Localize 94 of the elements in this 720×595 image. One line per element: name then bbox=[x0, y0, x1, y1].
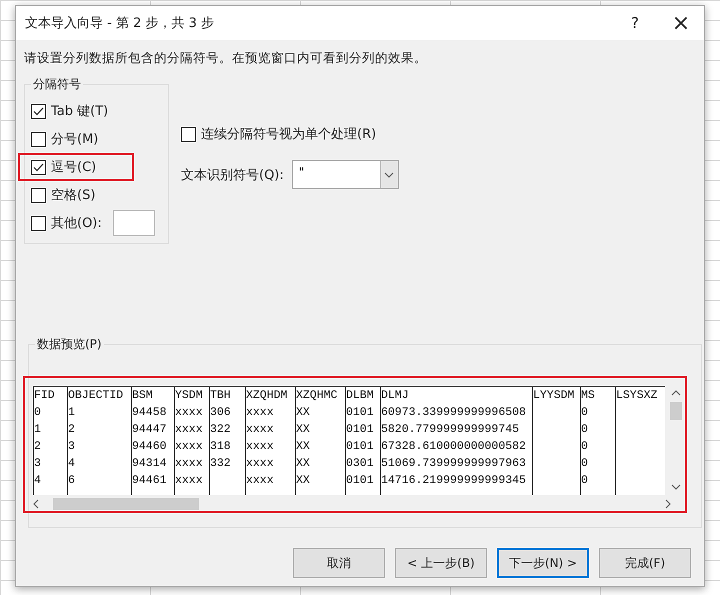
table-cell-text: 6 bbox=[68, 473, 75, 489]
table-cell-text: 51069.739999999997963 bbox=[381, 456, 526, 472]
table-cell-text: 94458 bbox=[132, 405, 167, 421]
table-cell-text: 322 bbox=[210, 422, 231, 438]
table-cell-text: xxxx bbox=[175, 439, 203, 455]
table-cell-text: xxxx bbox=[246, 405, 274, 421]
close-button[interactable]: × bbox=[658, 6, 704, 40]
column-header: OBJECTID bbox=[68, 388, 124, 404]
table-cell-text: xxxx bbox=[175, 405, 203, 421]
column-header: BSM bbox=[132, 388, 153, 404]
table-cell-text: 94314 bbox=[132, 456, 167, 472]
checkbox-label[interactable]: 逗号(C) bbox=[51, 158, 96, 176]
column-header: DLMJ bbox=[381, 388, 409, 404]
table-cell-text: 14716.219999999999345 bbox=[381, 473, 526, 489]
column-header: MS bbox=[581, 388, 595, 404]
scroll-up-icon[interactable] bbox=[671, 390, 682, 396]
checkbox-label[interactable]: 连续分隔符号视为单个处理(R) bbox=[201, 125, 376, 143]
column-header: FID bbox=[34, 388, 55, 404]
qualifier-dropdown[interactable]: " bbox=[292, 160, 399, 189]
checkbox[interactable] bbox=[31, 104, 46, 118]
column-header: LSYSXZ bbox=[616, 388, 658, 404]
table-cell-text: XX bbox=[296, 456, 310, 472]
table-cell-text: xxxx bbox=[246, 473, 274, 489]
checkbox[interactable] bbox=[31, 160, 46, 174]
column-header: XZQHMC bbox=[296, 388, 338, 404]
table-cell-text: 0 bbox=[581, 422, 588, 438]
table-cell-text: 3 bbox=[34, 456, 41, 472]
table-cell-text: 0 bbox=[34, 405, 41, 421]
table-cell-text: 5820.779999999999745 bbox=[381, 422, 520, 438]
scrollbar-thumb[interactable] bbox=[53, 498, 199, 510]
table-cell-text: 2 bbox=[34, 439, 41, 455]
wizard-button[interactable]: 取消 bbox=[293, 548, 385, 578]
window-title: 文本导入向导 - 第 2 步，共 3 步 bbox=[25, 15, 214, 32]
table-cell-text: xxxx bbox=[246, 456, 274, 472]
table-cell-text: 1 bbox=[68, 405, 75, 421]
table-cell-text: 0101 bbox=[346, 439, 374, 455]
table-cell-text: XX bbox=[296, 473, 310, 489]
table-cell-text: 4 bbox=[34, 473, 41, 489]
table-cell-text: 0101 bbox=[346, 473, 374, 489]
qualifier-label: 文本识别符号(Q): bbox=[181, 166, 284, 184]
table-cell-text: XX bbox=[296, 439, 310, 455]
table-cell-text: xxxx bbox=[175, 456, 203, 472]
table-cell-text: 94460 bbox=[132, 439, 167, 455]
scrollbar-thumb[interactable] bbox=[670, 402, 682, 420]
column-header: XZQHDM bbox=[246, 388, 288, 404]
table-cell-text: 0 bbox=[581, 439, 588, 455]
checkbox[interactable] bbox=[31, 132, 46, 146]
table-cell-text: 0 bbox=[581, 456, 588, 472]
checkbox-label[interactable]: 空格(S) bbox=[51, 186, 96, 204]
table-cell-text: 0 bbox=[581, 405, 588, 421]
table-cell-text: 67328.610000000000582 bbox=[381, 439, 526, 455]
scroll-right-icon[interactable] bbox=[665, 499, 671, 509]
scroll-down-icon[interactable] bbox=[671, 484, 682, 490]
preview-title: 数据预览(P) bbox=[35, 336, 104, 353]
table-cell-text: XX bbox=[296, 422, 310, 438]
table-cell-text: xxxx bbox=[246, 439, 274, 455]
wizard-button[interactable]: < 上一步(B) bbox=[395, 548, 487, 578]
scroll-left-icon[interactable] bbox=[33, 499, 39, 509]
table-cell-text: XX bbox=[296, 405, 310, 421]
table-cell-text: 94447 bbox=[132, 422, 167, 438]
table-cell-text: 60973.339999999996508 bbox=[381, 405, 526, 421]
column-header: YSDM bbox=[175, 388, 203, 404]
column-header: TBH bbox=[210, 388, 231, 404]
table-cell-text: 0 bbox=[581, 473, 588, 489]
column-header: DLBM bbox=[346, 388, 374, 404]
table-cell-text: 3 bbox=[68, 439, 75, 455]
table-cell-text: 306 bbox=[210, 405, 231, 421]
table-cell-text: 4 bbox=[68, 456, 75, 472]
table-cell-text: 94461 bbox=[132, 473, 167, 489]
table-cell-text: 0101 bbox=[346, 405, 374, 421]
table-cell-text: 2 bbox=[68, 422, 75, 438]
table-cell-text: xxxx bbox=[175, 473, 203, 489]
table-cell-text: xxxx bbox=[175, 422, 203, 438]
checkbox-label[interactable]: 其他(O): bbox=[51, 214, 102, 232]
table-cell-text: 0301 bbox=[346, 456, 374, 472]
checkbox[interactable] bbox=[181, 126, 196, 142]
column-header: LYYSDM bbox=[533, 388, 574, 404]
horizontal-scrollbar[interactable] bbox=[33, 497, 671, 511]
checkbox-label[interactable]: 分号(M) bbox=[51, 130, 98, 148]
group-title: 分隔符号 bbox=[31, 76, 83, 93]
checkbox[interactable] bbox=[31, 216, 46, 230]
table-cell-text: 318 bbox=[210, 439, 231, 455]
checkbox[interactable] bbox=[31, 188, 46, 202]
other-field[interactable] bbox=[112, 210, 155, 236]
table-cell-text: 332 bbox=[210, 456, 231, 472]
checkbox-label[interactable]: Tab 键(T) bbox=[51, 102, 108, 120]
table-cell-text: 1 bbox=[34, 422, 41, 438]
table-cell-text: 0101 bbox=[346, 422, 374, 438]
chevron-down-icon bbox=[384, 172, 394, 178]
table-cell-text: xxxx bbox=[246, 422, 274, 438]
wizard-button[interactable]: 完成(F) bbox=[599, 548, 691, 578]
wizard-button[interactable]: 下一步(N) > bbox=[497, 548, 589, 578]
help-button[interactable]: ? bbox=[612, 6, 658, 40]
instruction-text: 请设置分列数据所包含的分隔符号。在预览窗口内可看到分列的效果。 bbox=[24, 50, 428, 67]
